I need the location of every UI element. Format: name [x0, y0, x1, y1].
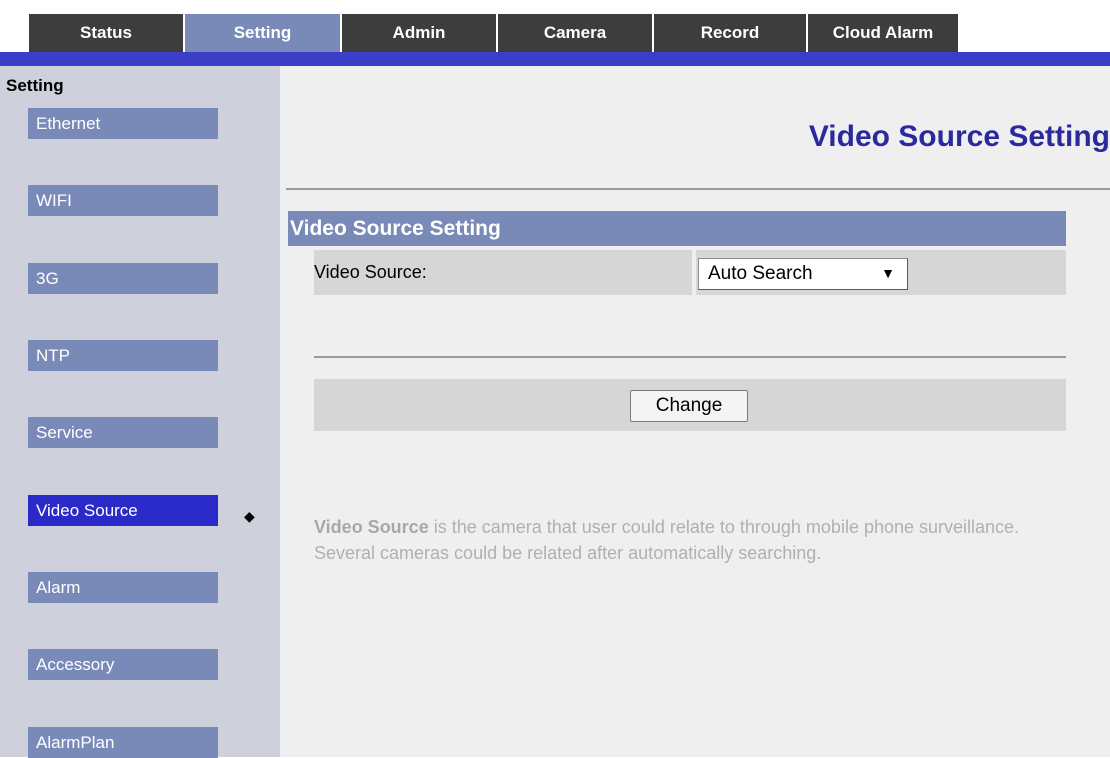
change-button[interactable]: Change	[630, 390, 748, 422]
active-item-marker-icon: ◆	[244, 508, 255, 524]
sidebar-item-ntp[interactable]: NTP	[28, 340, 218, 371]
tab-record[interactable]: Record	[654, 14, 808, 52]
video-source-value-cell: Auto Search ▼	[696, 250, 1066, 295]
button-row: Change	[314, 379, 1066, 431]
sidebar: Setting Ethernet WIFI 3G NTP Service Vid…	[0, 66, 280, 758]
sidebar-item-3g[interactable]: 3G	[28, 263, 218, 294]
help-text: Video Source is the camera that user cou…	[314, 514, 1054, 566]
video-source-selected-value: Auto Search	[708, 263, 813, 284]
sidebar-title: Setting	[6, 76, 64, 95]
tab-status[interactable]: Status	[29, 14, 185, 52]
page-title: Video Source Setting	[808, 120, 1110, 153]
sidebar-item-wifi[interactable]: WIFI	[28, 185, 218, 216]
header-accent-bar	[0, 52, 1110, 66]
main-content: Video Source Setting Video Source Settin…	[280, 66, 1110, 757]
title-divider	[286, 188, 1110, 190]
help-term: Video Source	[314, 517, 429, 537]
sidebar-item-video-source[interactable]: Video Source	[28, 495, 218, 526]
sidebar-item-ethernet[interactable]: Ethernet	[28, 108, 218, 139]
sidebar-item-accessory[interactable]: Accessory	[28, 649, 218, 680]
tab-admin[interactable]: Admin	[342, 14, 498, 52]
tab-camera[interactable]: Camera	[498, 14, 654, 52]
video-source-select[interactable]: Auto Search ▼	[698, 258, 908, 290]
sidebar-item-service[interactable]: Service	[28, 417, 218, 448]
top-tab-bar: Status Setting Admin Camera Record Cloud…	[29, 14, 960, 52]
video-source-row: Video Source: Auto Search ▼	[314, 250, 1066, 295]
sidebar-item-alarmplan[interactable]: AlarmPlan	[28, 727, 218, 758]
sidebar-item-alarm[interactable]: Alarm	[28, 572, 218, 603]
tab-cloud-alarm[interactable]: Cloud Alarm	[808, 14, 960, 52]
dropdown-arrow-icon[interactable]: ▼	[881, 265, 895, 281]
section-header: Video Source Setting	[288, 211, 1066, 246]
form-divider	[314, 356, 1066, 358]
tab-setting[interactable]: Setting	[185, 14, 342, 52]
video-source-label: Video Source:	[314, 250, 692, 295]
